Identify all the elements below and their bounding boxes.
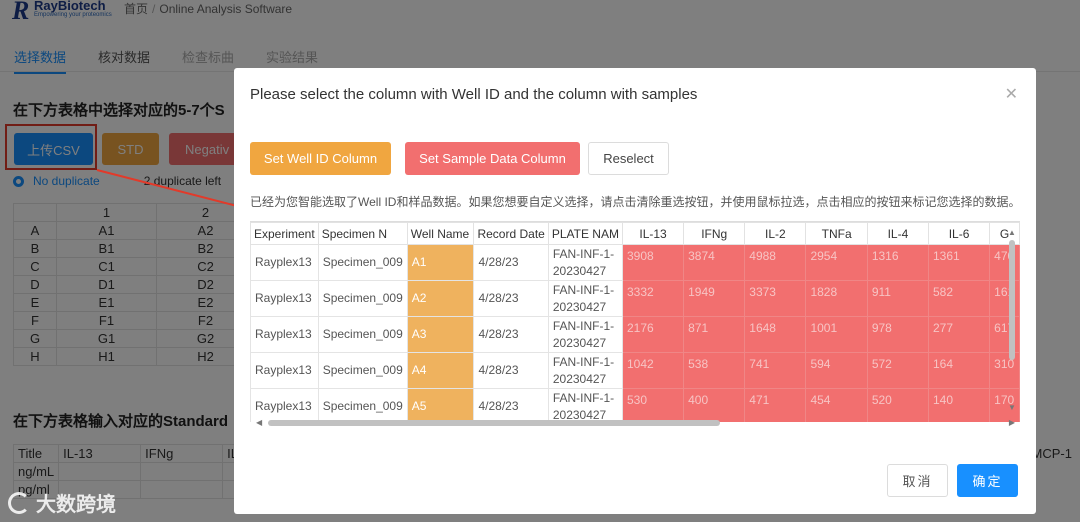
cell-sample-value[interactable]: 4988 xyxy=(744,244,807,281)
cell-sample-value[interactable]: 140 xyxy=(927,388,991,422)
set-sample-data-column-button[interactable]: Set Sample Data Column xyxy=(405,142,580,175)
col-header-plate-name[interactable]: PLATE NAM xyxy=(547,222,623,245)
cell-well-name[interactable]: A4 xyxy=(406,352,475,389)
col-header-specimen[interactable]: Specimen N xyxy=(317,222,408,245)
cell-specimen[interactable]: Specimen_009 xyxy=(317,388,408,422)
cell-experiment[interactable]: Rayplex13 xyxy=(250,316,319,353)
cell-sample-value[interactable]: 572 xyxy=(866,352,929,389)
cell-sample-value[interactable]: 1949 xyxy=(683,280,746,317)
cell-record-date[interactable]: 4/28/23 xyxy=(473,388,549,422)
cell-sample-value[interactable]: 978 xyxy=(866,316,929,353)
cell-well-name[interactable]: A2 xyxy=(406,280,475,317)
cell-specimen[interactable]: Specimen_009 xyxy=(317,244,408,281)
cell-plate-name[interactable]: FAN-INF-1-20230427 xyxy=(547,352,623,389)
cell-specimen[interactable]: Specimen_009 xyxy=(317,352,408,389)
confirm-button[interactable]: 确定 xyxy=(957,464,1018,497)
cell-sample-value[interactable]: 3373 xyxy=(744,280,807,317)
table-header-row: Experiment Specimen N Well Name Record D… xyxy=(250,222,1020,245)
table-row[interactable]: Rayplex13 Specimen_009 A1 4/28/23 FAN-INF-1-… xyxy=(250,244,1020,281)
watermark-logo-icon xyxy=(8,491,30,514)
table-row[interactable]: Rayplex13 Specimen_009 A4 4/28/23 FAN-INF-1-… xyxy=(250,352,1020,389)
selection-hint: 已经为您智能选取了Well ID和样品数据。如果您想要自定义选择，请点击清除重选… xyxy=(250,195,1021,209)
watermark: 大数跨境 xyxy=(8,488,116,517)
cell-sample-value[interactable]: 1316 xyxy=(866,244,929,281)
col-header-il6[interactable]: IL-6 xyxy=(927,222,991,245)
col-header-il2[interactable]: IL-2 xyxy=(744,222,807,245)
cell-sample-value[interactable]: 520 xyxy=(866,388,929,422)
cell-experiment[interactable]: Rayplex13 xyxy=(250,352,319,389)
cell-well-name[interactable]: A1 xyxy=(406,244,475,281)
cell-specimen[interactable]: Specimen_009 xyxy=(317,280,408,317)
cell-specimen[interactable]: Specimen_009 xyxy=(317,316,408,353)
cell-experiment[interactable]: Rayplex13 xyxy=(250,280,319,317)
scroll-up-icon[interactable]: ▲ xyxy=(1008,228,1016,237)
cell-sample-value[interactable]: 454 xyxy=(805,388,868,422)
cell-sample-value[interactable]: 594 xyxy=(805,352,868,389)
cell-well-name[interactable]: A5 xyxy=(406,388,475,422)
select-columns-dialog: Please select the column with Well ID an… xyxy=(234,68,1036,514)
col-header-il4[interactable]: IL-4 xyxy=(866,222,929,245)
cell-plate-name[interactable]: FAN-INF-1-20230427 xyxy=(547,280,623,317)
scroll-down-icon[interactable]: ▼ xyxy=(1008,403,1016,412)
horizontal-scroll-thumb[interactable] xyxy=(268,420,720,426)
set-well-id-column-button[interactable]: Set Well ID Column xyxy=(250,142,391,175)
cell-record-date[interactable]: 4/28/23 xyxy=(473,244,549,281)
col-header-ifng[interactable]: IFNg xyxy=(683,222,746,245)
cell-sample-value[interactable]: 1828 xyxy=(805,280,868,317)
cell-record-date[interactable]: 4/28/23 xyxy=(473,280,549,317)
cell-sample-value[interactable]: 471 xyxy=(744,388,807,422)
cell-sample-value[interactable]: 1648 xyxy=(744,316,807,353)
cell-sample-value[interactable]: 400 xyxy=(683,388,746,422)
table-row[interactable]: Rayplex13 Specimen_009 A5 4/28/23 FAN-INF-1-… xyxy=(250,388,1020,422)
col-header-tnfa[interactable]: TNFa xyxy=(805,222,868,245)
cell-sample-value[interactable]: 3908 xyxy=(621,244,685,281)
data-table: Experiment Specimen N Well Name Record D… xyxy=(250,222,1020,422)
cell-record-date[interactable]: 4/28/23 xyxy=(473,316,549,353)
cell-sample-value[interactable]: 530 xyxy=(621,388,685,422)
cell-plate-name[interactable]: FAN-INF-1-20230427 xyxy=(547,316,623,353)
cell-sample-value[interactable]: 3874 xyxy=(683,244,746,281)
cell-sample-value[interactable]: 164 xyxy=(927,352,991,389)
vertical-scrollbar[interactable]: ▲ ▼ xyxy=(1008,228,1016,416)
col-header-record-date[interactable]: Record Date xyxy=(473,222,549,245)
cell-sample-value[interactable]: 538 xyxy=(683,352,746,389)
cancel-button[interactable]: 取消 xyxy=(887,464,948,497)
cell-sample-value[interactable]: 1042 xyxy=(621,352,685,389)
scroll-right-icon[interactable]: ▶ xyxy=(1009,418,1015,427)
cell-sample-value[interactable]: 911 xyxy=(866,280,929,317)
cell-plate-name[interactable]: FAN-INF-1-20230427 xyxy=(547,244,623,281)
cell-sample-value[interactable]: 1361 xyxy=(927,244,991,281)
vertical-scroll-thumb[interactable] xyxy=(1009,240,1015,360)
cell-well-name[interactable]: A3 xyxy=(406,316,475,353)
dialog-title: Please select the column with Well ID an… xyxy=(250,86,698,103)
horizontal-scrollbar[interactable]: ◀ ▶ xyxy=(256,418,1015,427)
cell-sample-value[interactable]: 1001 xyxy=(805,316,868,353)
cell-experiment[interactable]: Rayplex13 xyxy=(250,388,319,422)
scroll-left-icon[interactable]: ◀ xyxy=(256,418,262,427)
cell-sample-value[interactable]: 871 xyxy=(683,316,746,353)
col-header-il13[interactable]: IL-13 xyxy=(621,222,685,245)
cell-sample-value[interactable]: 277 xyxy=(927,316,991,353)
col-header-experiment[interactable]: Experiment xyxy=(250,222,319,245)
table-row[interactable]: Rayplex13 Specimen_009 A3 4/28/23 FAN-INF-1-… xyxy=(250,316,1020,353)
cell-sample-value[interactable]: 2954 xyxy=(805,244,868,281)
col-header-well-name[interactable]: Well Name xyxy=(406,222,475,245)
data-table-viewport[interactable]: Experiment Specimen N Well Name Record D… xyxy=(250,221,1020,422)
cell-record-date[interactable]: 4/28/23 xyxy=(473,352,549,389)
reselect-button[interactable]: Reselect xyxy=(588,142,669,175)
cell-sample-value[interactable]: 3332 xyxy=(621,280,685,317)
cell-experiment[interactable]: Rayplex13 xyxy=(250,244,319,281)
table-body: Rayplex13 Specimen_009 A1 4/28/23 FAN-INF-1-… xyxy=(250,244,1020,422)
cell-sample-value[interactable]: 2176 xyxy=(621,316,685,353)
cell-sample-value[interactable]: 582 xyxy=(927,280,991,317)
close-icon[interactable]: ✕ xyxy=(1005,84,1018,104)
cell-plate-name[interactable]: FAN-INF-1-20230427 xyxy=(547,388,623,422)
table-row[interactable]: Rayplex13 Specimen_009 A2 4/28/23 FAN-INF-1-… xyxy=(250,280,1020,317)
cell-sample-value[interactable]: 741 xyxy=(744,352,807,389)
